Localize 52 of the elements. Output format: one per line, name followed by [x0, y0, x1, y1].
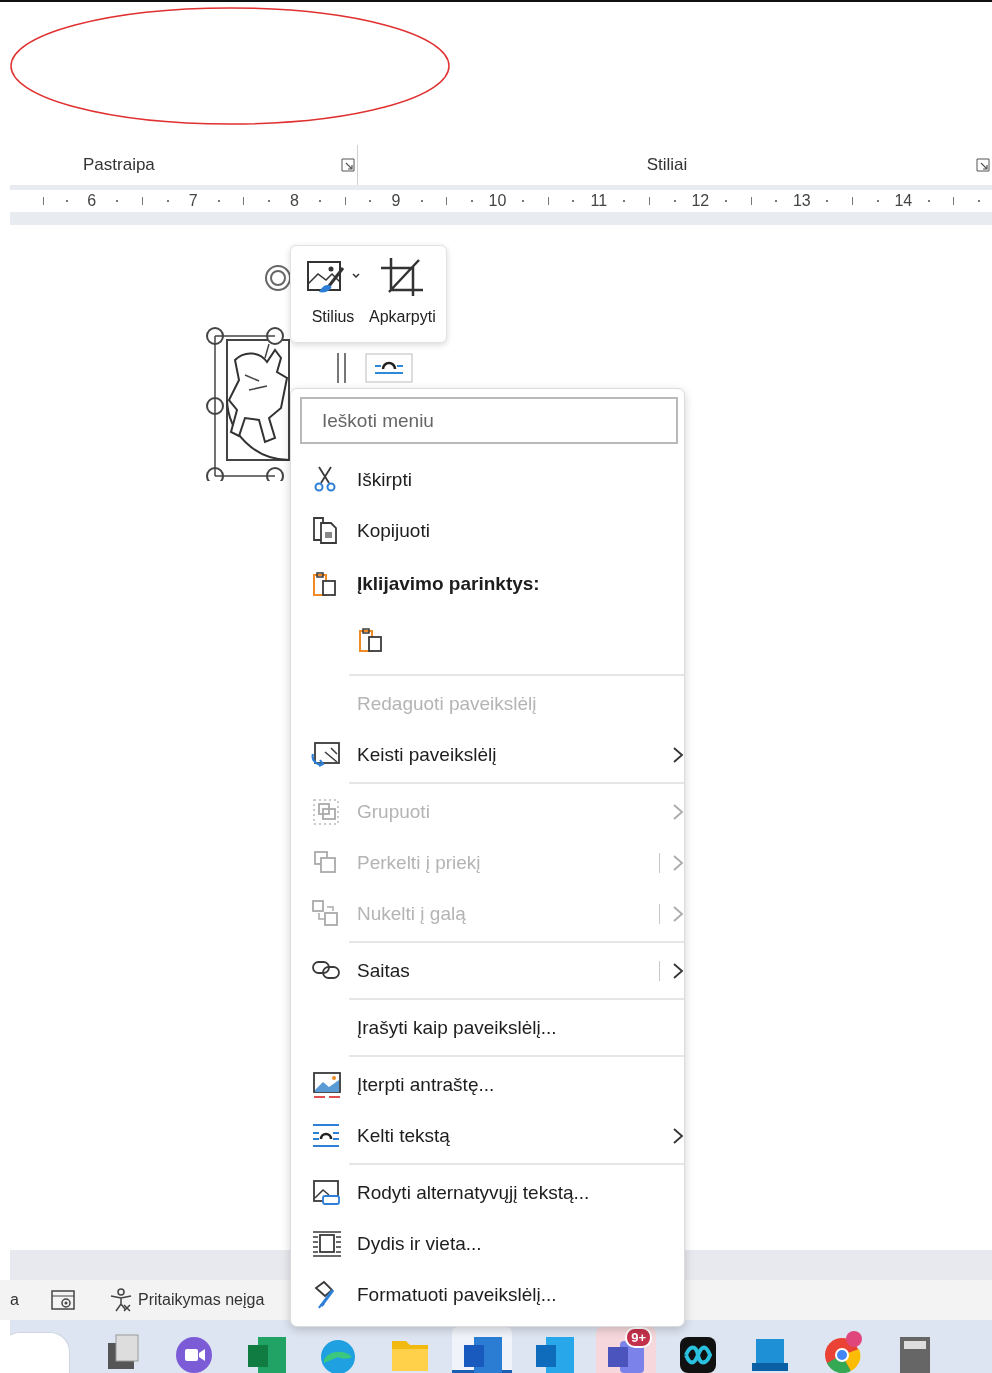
- accessibility-icon[interactable]: [108, 1287, 134, 1313]
- ruler-number: 12: [690, 192, 711, 210]
- menu-item[interactable]: Kopijuoti: [291, 505, 684, 556]
- chrome-icon[interactable]: [822, 1329, 862, 1373]
- chevron-right-icon: [672, 961, 684, 980]
- layout-options-icon[interactable]: [365, 353, 413, 383]
- chevron-right-icon: [672, 745, 684, 764]
- menu-item[interactable]: Keisti paveikslėlį: [291, 729, 684, 780]
- menu-item[interactable]: Dydis ir vieta...: [291, 1218, 684, 1269]
- taskbar-app-button[interactable]: 9+: [596, 1327, 656, 1373]
- group-icon: [311, 796, 341, 827]
- dialog-launcher-icon[interactable]: [976, 158, 990, 172]
- chevron-right-icon: [672, 853, 684, 872]
- taskbar-search-field[interactable]: [10, 1332, 70, 1373]
- group-label: Stiliai: [645, 155, 689, 175]
- menu-item[interactable]: Įterpti antraštę...: [291, 1059, 684, 1110]
- ruler-number: 10: [487, 192, 508, 210]
- chevron-right-icon: [672, 904, 684, 923]
- caption-icon: [311, 1069, 341, 1100]
- frame-edge: [337, 353, 346, 383]
- ruler-number: 6: [86, 192, 98, 210]
- group-label: Pastraipa: [83, 155, 155, 175]
- menu-item[interactable]: Kelti tekstą: [291, 1110, 684, 1161]
- dialog-launcher-icon[interactable]: [341, 158, 355, 172]
- ruler-number: 7: [187, 192, 199, 210]
- ruler-number: 11: [589, 192, 609, 210]
- menu-item[interactable]: Saitas: [291, 945, 684, 996]
- menu-item[interactable]: Iškirpti: [291, 454, 684, 505]
- menu-item[interactable]: Rodyti alternatyvųjį tekstą...: [291, 1167, 684, 1218]
- ruler-number: 9: [390, 192, 402, 210]
- crop-icon: [379, 256, 426, 296]
- accessibility-status[interactable]: Pritaikymas neįga: [138, 1291, 265, 1309]
- status-text: a: [10, 1291, 20, 1309]
- taskbar-app-button[interactable]: [452, 1327, 512, 1373]
- ruler-number: 13: [791, 192, 812, 210]
- rotation-handle-icon[interactable]: [263, 263, 293, 293]
- alt-text-icon: [311, 1177, 341, 1208]
- send-backward-icon: [311, 898, 341, 929]
- ruler-number: 14: [893, 192, 914, 210]
- change-picture-icon: [311, 739, 341, 770]
- notification-badge: 9+: [625, 1327, 652, 1348]
- size-position-icon: [311, 1228, 341, 1259]
- search-field[interactable]: Ieškoti meniu: [300, 397, 678, 444]
- menu-item[interactable]: Formatuoti paveikslėlį...: [291, 1269, 684, 1320]
- chevron-right-icon: [672, 1126, 684, 1145]
- focus-mode-icon[interactable]: [50, 1288, 78, 1312]
- toolbar-button[interactable]: Apkarpyti: [367, 254, 438, 328]
- menu-item[interactable]: Įrašyti kaip paveikslėlį...: [291, 1002, 684, 1053]
- chevron-right-icon: [672, 802, 684, 821]
- menu-heading: Įklijavimo parinktys:: [291, 556, 684, 612]
- toolbar-button[interactable]: Stilius: [303, 254, 363, 328]
- ruler-number: 8: [289, 192, 300, 210]
